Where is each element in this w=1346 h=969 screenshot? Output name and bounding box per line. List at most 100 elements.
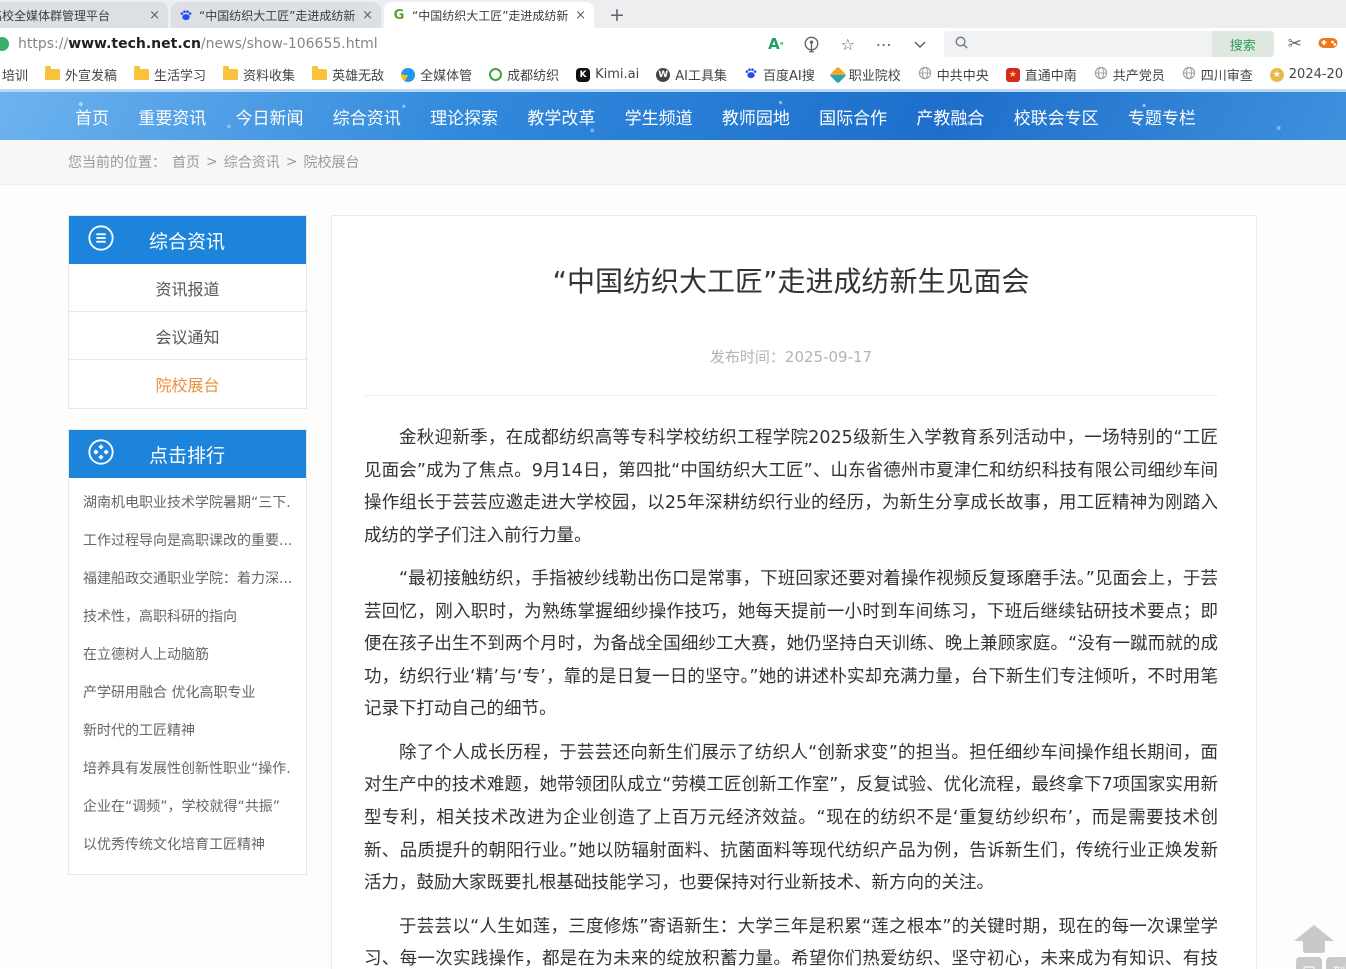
article-paragraph: “最初接触纺织，手指被纱线勒出伤口是常事，下班回家还要对着操作视频反复琢磨手法。… bbox=[364, 563, 1218, 726]
url-text[interactable]: https://www.tech.net.cn/news/show-106655… bbox=[18, 36, 378, 52]
nav-item-international[interactable]: 国际合作 bbox=[819, 104, 887, 129]
rank-list-item[interactable]: 新时代的工匠精神 bbox=[83, 712, 292, 750]
bookmark-item[interactable]: KKimi.ai bbox=[576, 67, 639, 82]
nav-item-teaching-reform[interactable]: 教学改革 bbox=[527, 104, 595, 129]
nav-item-industry-education[interactable]: 产教融合 bbox=[916, 104, 984, 129]
tab-3-active[interactable]: G “中国纺织大工匠”走进成纺新 × bbox=[384, 2, 594, 28]
back-to-top-button[interactable]: 到 bbox=[1326, 957, 1346, 969]
breadcrumb-current[interactable]: 院校展台 bbox=[303, 152, 359, 172]
more-icon[interactable]: ⋯ bbox=[874, 34, 894, 54]
bookmark-item[interactable]: 生活学习 bbox=[134, 65, 206, 84]
rank-header: 点击排行 bbox=[69, 430, 306, 478]
close-icon[interactable]: × bbox=[362, 8, 373, 23]
chevron-down-icon[interactable] bbox=[910, 34, 930, 54]
bookmark-item[interactable]: ★直通中南 bbox=[1006, 65, 1077, 84]
bookmark-item[interactable]: 中共中央 bbox=[918, 65, 989, 84]
nav-item-theory[interactable]: 理论探索 bbox=[430, 104, 498, 129]
bookmark-item[interactable]: 成都纺织 bbox=[489, 65, 559, 84]
rank-list-item[interactable]: 福建船政交通职业学院：着力深... bbox=[83, 560, 292, 598]
bookmark-item[interactable]: 外宣发稿 bbox=[45, 65, 117, 84]
sidebar-item-meeting-notice[interactable]: 会议通知 bbox=[69, 312, 306, 360]
bookmark-item[interactable]: 共产党员 bbox=[1094, 65, 1165, 84]
rank-list: 湖南机电职业技术学院暑期“三下... 工作过程导向是高职课改的重要... 福建船… bbox=[69, 478, 306, 874]
nav-item-student-channel[interactable]: 学生频道 bbox=[625, 104, 693, 129]
globe-icon bbox=[1094, 66, 1108, 84]
url-host: www.tech.net.cn bbox=[68, 36, 201, 52]
search-button[interactable]: 搜索 bbox=[1212, 31, 1274, 57]
sidebar-item-news-report[interactable]: 资讯报道 bbox=[69, 264, 306, 312]
lightbulb-icon[interactable] bbox=[802, 34, 822, 54]
compass-icon bbox=[87, 438, 115, 471]
address-bar-actions: Aᵃ ☆ ⋯ bbox=[766, 34, 930, 54]
baidu-paw-icon bbox=[744, 66, 758, 84]
sidebar-item-campus-showcase[interactable]: 院校展台 bbox=[69, 360, 306, 408]
site-security-icon[interactable] bbox=[0, 37, 9, 51]
gamepad-icon[interactable] bbox=[1318, 35, 1338, 54]
back-to-top-icon-stem bbox=[1303, 941, 1325, 953]
bookmark-item[interactable]: 四川审查 bbox=[1182, 65, 1253, 84]
search-input[interactable] bbox=[977, 31, 1212, 57]
article-paragraph: 除了个人成长历程，于芸芸还向新生们展示了纺织人“创新求变”的担当。担任细纱车间操… bbox=[364, 737, 1218, 900]
party-icon: ★ bbox=[1006, 68, 1020, 82]
search-box[interactable]: 搜索 bbox=[944, 31, 1274, 57]
globe-icon bbox=[918, 66, 932, 84]
breadcrumb-home[interactable]: 首页 bbox=[172, 152, 200, 172]
back-to-top-widget[interactable]: 回 到 bbox=[1276, 925, 1346, 969]
breadcrumb-separator: > bbox=[286, 154, 298, 170]
category-title: 综合资讯 bbox=[149, 227, 225, 254]
scissors-icon[interactable]: ✂ bbox=[1288, 34, 1302, 54]
rank-list-item[interactable]: 以优秀传统文化培育工匠精神 bbox=[83, 826, 292, 864]
nav-item-teacher-garden[interactable]: 教师园地 bbox=[722, 104, 790, 129]
gold-star-icon: ★ bbox=[1270, 68, 1284, 82]
tab-title: “中国纺织大工匠”走进成纺新 bbox=[199, 7, 356, 24]
breadcrumb-section[interactable]: 综合资讯 bbox=[224, 152, 280, 172]
back-to-top-button[interactable]: 回 bbox=[1296, 957, 1322, 969]
rank-list-item[interactable]: 在立德树人上动脑筋 bbox=[83, 636, 292, 674]
new-tab-button[interactable]: + bbox=[597, 4, 639, 28]
bookmark-item[interactable]: 资料收集 bbox=[223, 65, 295, 84]
nav-item-important-news[interactable]: 重要资讯 bbox=[138, 104, 206, 129]
main-navigation: 首页 重要资讯 今日新闻 综合资讯 理论探索 教学改革 学生频道 教师园地 国际… bbox=[0, 92, 1346, 140]
nav-item-today-news[interactable]: 今日新闻 bbox=[236, 104, 304, 129]
article-paragraph: 金秋迎新季，在成都纺织高等专科学校纺织工程学院2025级新生入学教育系列活动中，… bbox=[364, 422, 1218, 552]
breadcrumb-prefix: 您当前的位置： bbox=[68, 152, 166, 172]
folder-icon bbox=[223, 69, 238, 80]
article-body: 金秋迎新季，在成都纺织高等专科学校纺织工程学院2025级新生入学教育系列活动中，… bbox=[364, 422, 1218, 969]
close-icon[interactable]: × bbox=[149, 8, 160, 23]
rank-list-item[interactable]: 技术性，高职科研的指向 bbox=[83, 598, 292, 636]
bookmark-item[interactable]: 英雄无敌 bbox=[312, 65, 384, 84]
nav-item-association-zone[interactable]: 校联会专区 bbox=[1014, 104, 1099, 129]
folder-icon bbox=[312, 69, 327, 80]
rank-list-item[interactable]: 培养具有发展性创新性职业“操作... bbox=[83, 750, 292, 788]
rank-box: 点击排行 湖南机电职业技术学院暑期“三下... 工作过程导向是高职课改的重要..… bbox=[68, 429, 307, 875]
tab-2[interactable]: “中国纺织大工匠”走进成纺新 × bbox=[171, 2, 381, 28]
bookmark-item[interactable]: ★2024-20 bbox=[1270, 67, 1343, 82]
folder-icon bbox=[45, 69, 60, 80]
wordpress-icon: W bbox=[656, 68, 670, 82]
tab-1[interactable]: 博达高校全媒体群管理平台 × bbox=[0, 2, 168, 28]
translate-icon[interactable]: Aᵃ bbox=[766, 34, 786, 54]
article-publish-date: 发布时间：2025-09-17 bbox=[364, 346, 1218, 396]
rank-list-item[interactable]: 企业在“调频”，学校就得“共振” bbox=[83, 788, 292, 826]
close-icon[interactable]: × bbox=[575, 8, 586, 23]
breadcrumb-separator: > bbox=[206, 154, 218, 170]
bookmark-item[interactable]: 全媒体管 bbox=[401, 65, 472, 84]
bookmark-item[interactable]: 百度AI搜 bbox=[744, 65, 815, 84]
nav-item-comprehensive-news[interactable]: 综合资讯 bbox=[333, 104, 401, 129]
favorite-star-icon[interactable]: ☆ bbox=[838, 34, 858, 54]
rank-list-item[interactable]: 工作过程导向是高职课改的重要... bbox=[83, 522, 292, 560]
nav-item-home[interactable]: 首页 bbox=[75, 104, 109, 129]
nav-item-special-columns[interactable]: 专题专栏 bbox=[1128, 104, 1196, 129]
rank-list-item[interactable]: 产学研用融合 优化高职专业 bbox=[83, 674, 292, 712]
folder-icon bbox=[134, 69, 149, 80]
green-ring-icon bbox=[489, 68, 502, 81]
address-bar: https://www.tech.net.cn/news/show-106655… bbox=[0, 28, 1346, 60]
bookmark-item[interactable]: WAI工具集 bbox=[656, 65, 727, 84]
bookmark-item[interactable]: 职业院校 bbox=[832, 65, 901, 84]
bookmark-item[interactable]: 培训 bbox=[2, 65, 28, 84]
list-icon bbox=[87, 224, 115, 257]
tech-site-icon: G bbox=[392, 8, 406, 22]
article-paragraph: 于芸芸以“人生如莲，三度修炼”寄语新生：大学三年是积累“莲之根本”的关键时期，现… bbox=[364, 911, 1218, 969]
page-body: 首页 重要资讯 今日新闻 综合资讯 理论探索 教学改革 学生频道 教师园地 国际… bbox=[0, 92, 1346, 966]
rank-list-item[interactable]: 湖南机电职业技术学院暑期“三下... bbox=[83, 484, 292, 522]
